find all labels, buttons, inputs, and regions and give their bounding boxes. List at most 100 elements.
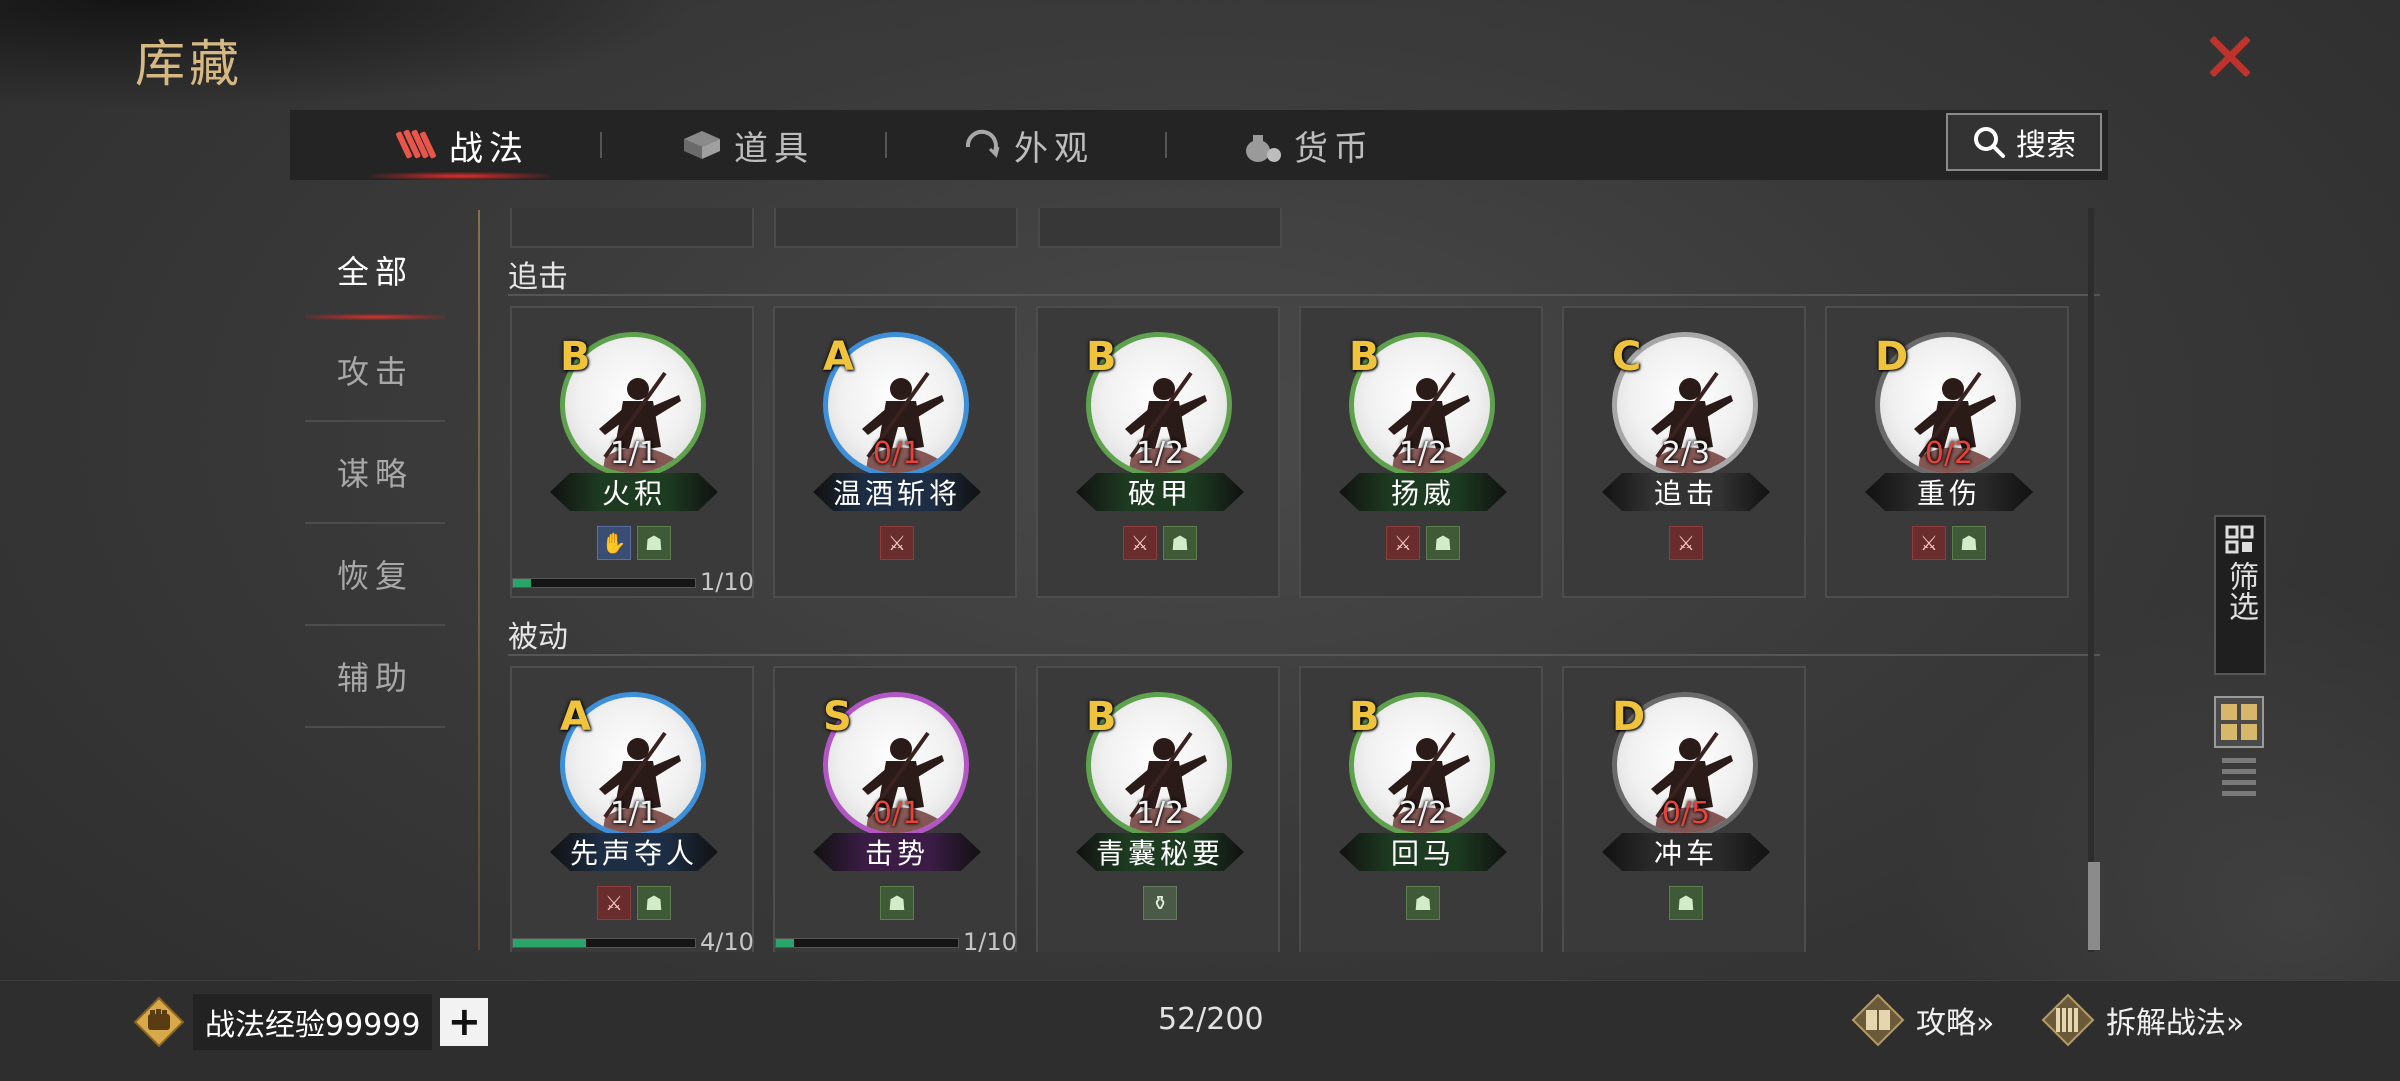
troop-boost-icon: ☗ xyxy=(1426,526,1460,560)
tactic-card[interactable]: B 1/2 破甲 ⚔ ☗ xyxy=(1036,306,1280,598)
list-view-icon[interactable] xyxy=(2222,758,2256,796)
upgrade-progress-bar xyxy=(512,938,696,948)
crossed-swords-icon: ⚔ xyxy=(597,886,631,920)
owned-count: 1/1 xyxy=(609,436,659,471)
troop-boost-icon: ☗ xyxy=(1952,526,1986,560)
tactic-name: 破甲 xyxy=(1076,473,1244,511)
section-title: 被动 xyxy=(508,620,568,655)
book-icon xyxy=(1851,993,1905,1047)
tactic-tags: ⚱ xyxy=(1038,886,1282,920)
sidebar-divider xyxy=(478,210,480,950)
search-button[interactable]: 搜索 xyxy=(1946,113,2102,171)
guide-button[interactable]: 攻略» xyxy=(1850,992,1994,1048)
grade-badge: B xyxy=(1086,694,1117,740)
tab-bar xyxy=(290,110,2108,180)
tactic-card[interactable]: B 2/2 回马 ☗ xyxy=(1299,666,1543,952)
tactic-name: 追击 xyxy=(1602,473,1770,511)
owned-count: 0/1 xyxy=(872,436,922,471)
chest-icon xyxy=(680,125,724,165)
grid-view-icon[interactable] xyxy=(2214,696,2264,748)
close-icon[interactable] xyxy=(2200,26,2260,86)
grade-badge: S xyxy=(823,694,852,740)
scrollbar-track[interactable] xyxy=(2088,208,2094,952)
section-title: 追击 xyxy=(508,260,568,295)
grade-badge: B xyxy=(1349,334,1380,380)
tactics-grid[interactable]: 追击 B 1/1 火积 ✋ ☗ 1/10 A 0/1 温酒斩将 ⚔ B 1/2 破甲 ⚔ ☗ B 1/2 扬威 ⚔ ☗ C… xyxy=(494,208,2102,952)
grade-badge: B xyxy=(1086,334,1117,380)
owned-count: 0/1 xyxy=(872,796,922,831)
filter-label: 筛选 xyxy=(2223,561,2258,621)
search-label: 搜索 xyxy=(2016,128,2076,163)
tactic-exp: 战法经验99999 + xyxy=(133,994,489,1050)
owned-count: 0/5 xyxy=(1661,796,1711,831)
tactic-card[interactable]: S 0/1 击势 ☗ 1/10 xyxy=(773,666,1017,952)
troop-boost-icon: ☗ xyxy=(637,526,671,560)
grade-badge: C xyxy=(1612,334,1642,380)
tab-label: 外观 xyxy=(1014,128,1094,169)
scrollbar-thumb[interactable] xyxy=(2088,862,2100,950)
troop-boost-icon: ☗ xyxy=(880,886,914,920)
tactic-tags: ⚔ xyxy=(1564,526,1808,560)
herb-pot-icon: ⚱ xyxy=(1143,886,1177,920)
capacity-count: 52/200 xyxy=(1158,1002,1264,1037)
crossed-swords-icon: ⚔ xyxy=(1123,526,1157,560)
tab-3[interactable]: 外观 xyxy=(960,110,1094,180)
fist-badge-icon xyxy=(133,996,185,1048)
section-divider xyxy=(508,294,2100,296)
sidebar-item[interactable]: 恢复 xyxy=(305,524,445,626)
active-tab-indicator xyxy=(370,172,550,180)
grade-badge: B xyxy=(1349,694,1380,740)
tactic-tags: ⚔ ☗ xyxy=(512,886,756,920)
tab-separator xyxy=(885,132,887,158)
tactic-card[interactable]: B 1/2 青囊秘要 ⚱ xyxy=(1036,666,1280,952)
scroll-bundle-icon xyxy=(395,125,439,165)
category-sidebar: 全部 攻击 谋略 恢复 辅助 xyxy=(305,220,445,728)
sidebar-item[interactable]: 谋略 xyxy=(305,422,445,524)
upgrade-progress-bar xyxy=(775,938,959,948)
tactic-name: 先声夺人 xyxy=(550,833,718,871)
troop-boost-icon: ☗ xyxy=(1669,886,1703,920)
tactic-name: 温酒斩将 xyxy=(813,473,981,511)
owned-count: 1/2 xyxy=(1135,796,1185,831)
owned-count: 1/2 xyxy=(1398,436,1448,471)
sidebar-item[interactable]: 全部 xyxy=(305,220,445,320)
tactic-tags: ⚔ ☗ xyxy=(1301,526,1545,560)
tactic-card[interactable]: B 1/1 火积 ✋ ☗ 1/10 xyxy=(510,306,754,598)
filter-button[interactable]: 筛选 xyxy=(2214,515,2266,675)
search-icon xyxy=(1974,127,2005,158)
tab-2[interactable]: 道具 xyxy=(680,110,814,180)
tactic-card[interactable]: D 0/5 冲车 ☗ xyxy=(1562,666,1806,952)
tactic-card[interactable]: A 0/1 温酒斩将 ⚔ xyxy=(773,306,1017,598)
card-partial[interactable] xyxy=(510,208,754,248)
tab-1[interactable]: 战法 xyxy=(395,110,529,180)
grade-badge: D xyxy=(1875,334,1909,380)
tactic-name: 冲车 xyxy=(1602,833,1770,871)
control-hand-icon: ✋ xyxy=(597,526,631,560)
tactic-tags: ⚔ ☗ xyxy=(1827,526,2071,560)
tab-4[interactable]: 货币 xyxy=(1240,110,1374,180)
tactic-card[interactable]: C 2/3 追击 ⚔ xyxy=(1562,306,1806,598)
grade-badge: B xyxy=(560,334,591,380)
tactic-card[interactable]: B 1/2 扬威 ⚔ ☗ xyxy=(1299,306,1543,598)
card-partial[interactable] xyxy=(1038,208,1282,248)
dismantle-label: 拆解战法» xyxy=(2106,1006,2245,1041)
section-divider xyxy=(508,654,2100,656)
owned-count: 0/2 xyxy=(1924,436,1974,471)
add-exp-button[interactable]: + xyxy=(440,998,489,1046)
tab-separator xyxy=(600,132,602,158)
tactic-tags: ☗ xyxy=(1301,886,1545,920)
tactic-card[interactable]: A 1/1 先声夺人 ⚔ ☗ 4/10 xyxy=(510,666,754,952)
dismantle-button[interactable]: 拆解战法» xyxy=(2040,992,2244,1048)
tactic-tags: ☗ xyxy=(1564,886,1808,920)
tactic-tags: ✋ ☗ xyxy=(512,526,756,560)
upgrade-progress-text: 1/10 xyxy=(963,928,1017,952)
grade-badge: A xyxy=(823,334,854,380)
tactic-card[interactable]: D 0/2 重伤 ⚔ ☗ xyxy=(1825,306,2069,598)
tactic-exp-label: 战法经验99999 xyxy=(193,994,433,1050)
owned-count: 1/1 xyxy=(609,796,659,831)
card-partial[interactable] xyxy=(774,208,1018,248)
tab-label: 战法 xyxy=(449,128,529,169)
sidebar-item[interactable]: 攻击 xyxy=(305,320,445,422)
tactic-name: 重伤 xyxy=(1865,473,2033,511)
sidebar-item[interactable]: 辅助 xyxy=(305,626,445,728)
